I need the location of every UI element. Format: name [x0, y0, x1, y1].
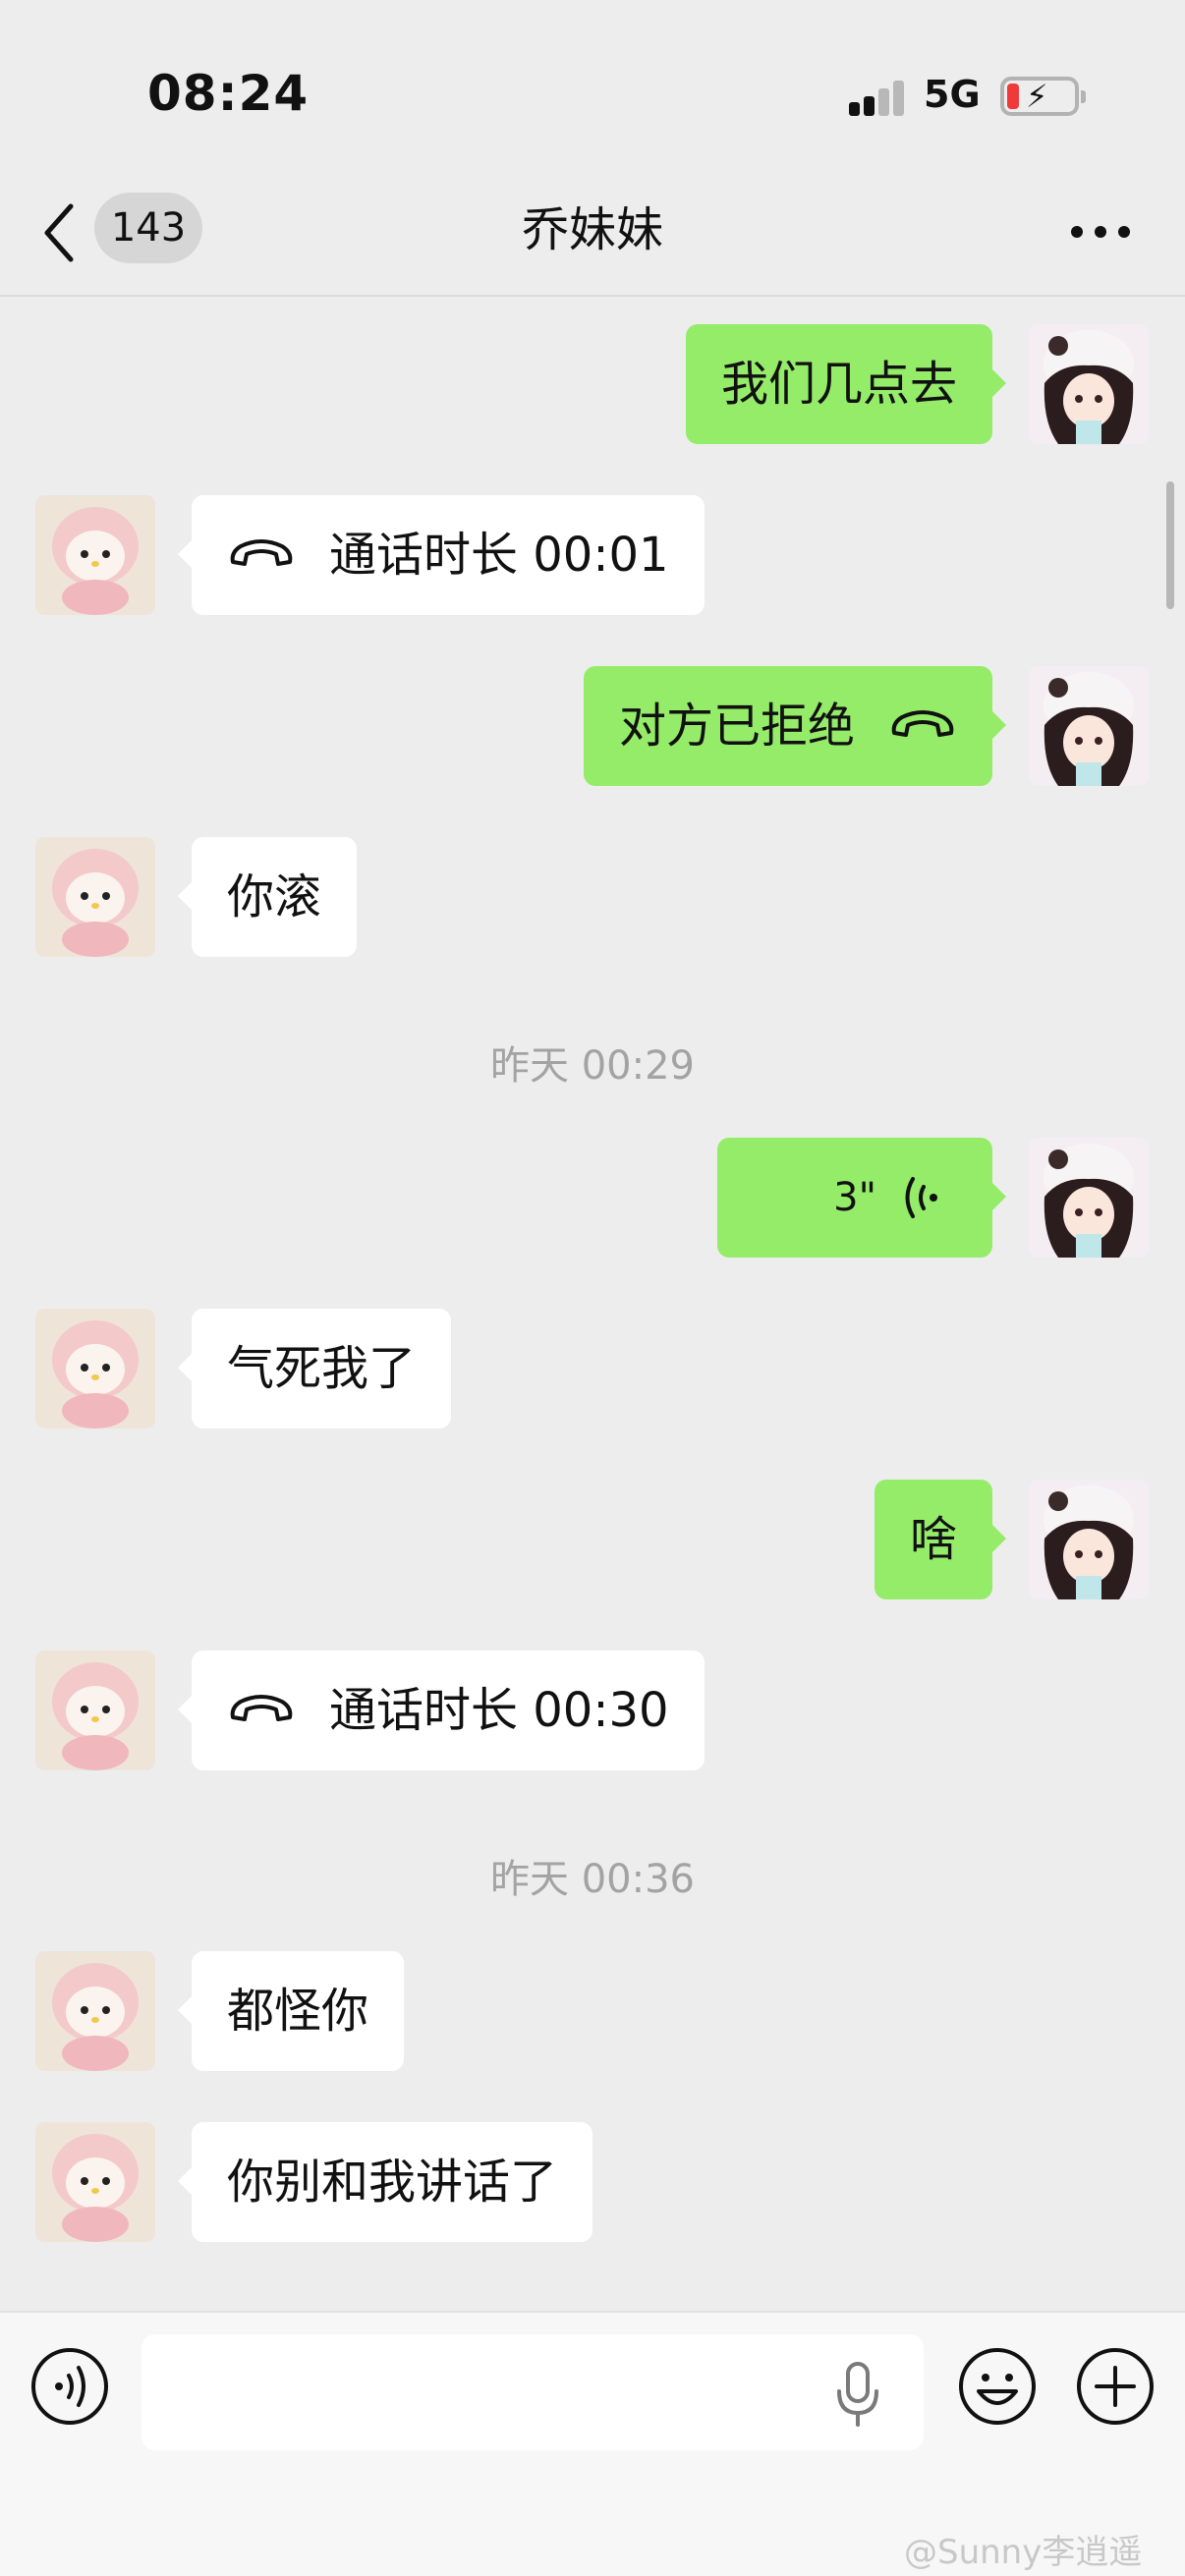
- cellular-signal-icon: [849, 81, 906, 116]
- contact-avatar[interactable]: [35, 1951, 155, 2071]
- plus-circle-icon[interactable]: [1075, 2346, 1156, 2427]
- status-bar: 08:24 5G ⚡: [0, 0, 1185, 177]
- call-duration-text: 通话时长 00:30: [329, 1683, 669, 1738]
- status-time: 08:24: [147, 65, 310, 122]
- timestamp: 昨天 00:36: [490, 1857, 695, 1902]
- charging-bolt-icon: ⚡: [1026, 78, 1048, 115]
- contact-avatar[interactable]: [35, 837, 155, 957]
- phone-hangup-icon: [230, 1695, 293, 1721]
- call-duration-text: 通话时长 00:01: [329, 528, 669, 583]
- message-input[interactable]: [141, 2334, 924, 2450]
- scrollbar[interactable]: [1166, 481, 1174, 609]
- battery-level: [1007, 84, 1019, 109]
- contact-avatar[interactable]: [35, 2122, 155, 2242]
- call-status-text: 对方已拒绝: [618, 699, 855, 754]
- message-bubble[interactable]: 你滚: [177, 837, 358, 957]
- message-bubble[interactable]: 气死我了: [177, 1309, 452, 1428]
- message-bubble[interactable]: 我们几点去: [685, 324, 1007, 444]
- phone-hangup-icon: [891, 710, 954, 737]
- message-bubble[interactable]: 都怪你: [177, 1951, 405, 2071]
- voice-wave-icon: [905, 1177, 937, 1218]
- emoji-icon[interactable]: [957, 2346, 1038, 2427]
- call-record-bubble[interactable]: 对方已拒绝: [583, 666, 1007, 786]
- unread-count-badge[interactable]: 143: [94, 193, 202, 263]
- contact-avatar[interactable]: [35, 1309, 155, 1428]
- chat-title: 乔妹妹: [521, 202, 663, 257]
- voice-message-bubble[interactable]: 3": [717, 1138, 1006, 1258]
- my-avatar[interactable]: [1029, 666, 1149, 786]
- message-bubble[interactable]: 啥: [874, 1480, 1007, 1599]
- call-record-bubble[interactable]: 通话时长 00:30: [178, 1651, 705, 1770]
- my-avatar[interactable]: [1029, 1138, 1149, 1258]
- phone-hangup-icon: [230, 539, 293, 566]
- chevron-left-icon[interactable]: [39, 198, 79, 267]
- chat-header: 143 乔妹妹: [0, 177, 1185, 297]
- voice-mode-icon[interactable]: [29, 2346, 110, 2427]
- message-bubble[interactable]: 你别和我讲话了: [177, 2122, 593, 2242]
- network-type: 5G: [924, 73, 981, 116]
- battery-icon: ⚡: [1000, 77, 1086, 116]
- my-avatar[interactable]: [1029, 1480, 1149, 1599]
- call-record-bubble[interactable]: 通话时长 00:01: [178, 495, 705, 615]
- voice-duration: 3": [833, 1175, 876, 1220]
- microphone-icon[interactable]: [835, 2362, 880, 2427]
- contact-avatar[interactable]: [35, 1651, 155, 1770]
- timestamp: 昨天 00:29: [490, 1043, 695, 1089]
- watermark: @Sunny李逍遥: [904, 2533, 1143, 2572]
- ellipsis-icon[interactable]: [1071, 226, 1130, 238]
- contact-avatar[interactable]: [35, 495, 155, 615]
- my-avatar[interactable]: [1029, 324, 1149, 444]
